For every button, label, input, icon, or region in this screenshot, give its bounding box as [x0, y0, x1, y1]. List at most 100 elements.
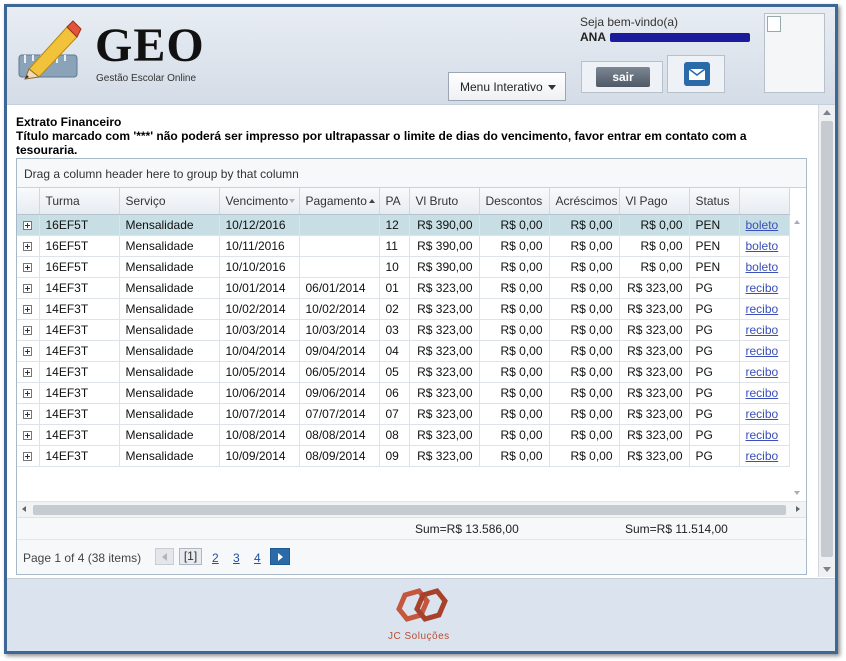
page-4-link[interactable]: 4 [254, 551, 261, 565]
menu-interativo-dropdown[interactable]: Menu Interativo [448, 72, 566, 101]
boleto-link[interactable]: boleto [746, 260, 779, 274]
plus-box-icon[interactable] [23, 388, 33, 398]
cell-status: PG [689, 277, 740, 299]
expand-cell[interactable] [17, 256, 40, 278]
expand-cell[interactable] [17, 445, 40, 467]
expand-cell[interactable] [17, 403, 40, 425]
cell-turma: 14EF3T [39, 424, 120, 446]
table-row[interactable]: 14EF3T Mensalidade 10/06/2014 09/06/2014 06 R… [17, 382, 790, 404]
cell-turma: 14EF3T [39, 277, 120, 299]
plus-box-icon[interactable] [23, 283, 33, 293]
page-3-link[interactable]: 3 [233, 551, 240, 565]
boleto-link[interactable]: boleto [746, 218, 779, 232]
scroll-thumb[interactable] [821, 121, 833, 557]
plus-box-icon[interactable] [23, 304, 33, 314]
table-row[interactable]: 14EF3T Mensalidade 10/09/2014 08/09/2014 09 R… [17, 445, 790, 467]
group-panel[interactable]: Drag a column header here to group by th… [17, 159, 806, 188]
expand-cell[interactable] [17, 235, 40, 257]
mail-button[interactable] [667, 55, 725, 93]
col-turma[interactable]: Turma [39, 188, 120, 215]
cell-servico: Mensalidade [119, 361, 220, 383]
cell-pa: 01 [379, 277, 410, 299]
cell-turma: 14EF3T [39, 382, 120, 404]
header: GEO Gestão Escolar Online Menu Interativ… [7, 7, 835, 104]
next-page-button[interactable] [270, 548, 290, 565]
plus-box-icon[interactable] [23, 451, 33, 461]
action-cell: boleto [739, 235, 790, 257]
plus-box-icon[interactable] [23, 241, 33, 251]
recibo-link[interactable]: recibo [746, 323, 779, 337]
logout-button[interactable]: sair [581, 61, 663, 93]
user-first-name: ANA [580, 30, 606, 44]
table-row[interactable]: 14EF3T Mensalidade 10/08/2014 08/08/2014 08 R… [17, 424, 790, 446]
cell-descontos: R$ 0,00 [479, 235, 550, 257]
recibo-link[interactable]: recibo [746, 407, 779, 421]
action-cell: boleto [739, 214, 790, 236]
cell-turma: 16EF5T [39, 214, 120, 236]
table-row[interactable]: 14EF3T Mensalidade 10/07/2014 07/07/2014 07 R… [17, 403, 790, 425]
table-row[interactable]: 16EF5T Mensalidade 10/11/2016 11 R$ 390,00 R$… [17, 235, 790, 257]
table-row[interactable]: 14EF3T Mensalidade 10/04/2014 09/04/2014 04 R… [17, 340, 790, 362]
recibo-link[interactable]: recibo [746, 344, 779, 358]
plus-box-icon[interactable] [23, 367, 33, 377]
col-vl-bruto[interactable]: Vl Bruto [409, 188, 480, 215]
cell-acrescimos: R$ 0,00 [549, 382, 620, 404]
col-vencimento[interactable]: Vencimento [219, 188, 300, 215]
cell-turma: 14EF3T [39, 403, 120, 425]
plus-box-icon[interactable] [23, 262, 33, 272]
grid-vertical-scrollbar[interactable] [790, 214, 806, 501]
expand-cell[interactable] [17, 319, 40, 341]
page-vertical-scrollbar[interactable] [818, 105, 835, 577]
plus-box-icon[interactable] [23, 430, 33, 440]
expand-cell[interactable] [17, 298, 40, 320]
cell-status: PG [689, 319, 740, 341]
plus-box-icon[interactable] [23, 325, 33, 335]
plus-box-icon[interactable] [23, 409, 33, 419]
col-status[interactable]: Status [689, 188, 740, 215]
col-vl-pago[interactable]: Vl Pago [619, 188, 690, 215]
col-action [739, 188, 790, 215]
expand-cell[interactable] [17, 214, 40, 236]
col-descontos[interactable]: Descontos [479, 188, 550, 215]
table-row[interactable]: 14EF3T Mensalidade 10/02/2014 10/02/2014 02 R… [17, 298, 790, 320]
prev-page-button[interactable] [155, 548, 174, 565]
table-row[interactable]: 16EF5T Mensalidade 10/10/2016 10 R$ 390,00 R$… [17, 256, 790, 278]
col-pagamento[interactable]: Pagamento [299, 188, 380, 215]
table-row[interactable]: 14EF3T Mensalidade 10/05/2014 06/05/2014 05 R… [17, 361, 790, 383]
cell-vencimento: 10/09/2014 [219, 445, 300, 467]
plus-box-icon[interactable] [23, 220, 33, 230]
col-expand [17, 188, 40, 215]
recibo-link[interactable]: recibo [746, 428, 779, 442]
expand-cell[interactable] [17, 424, 40, 446]
plus-box-icon[interactable] [23, 346, 33, 356]
main-content: Extrato Financeiro Título marcado com '*… [7, 104, 835, 578]
recibo-link[interactable]: recibo [746, 302, 779, 316]
recibo-link[interactable]: recibo [746, 449, 779, 463]
recibo-link[interactable]: recibo [746, 365, 779, 379]
cell-turma: 14EF3T [39, 340, 120, 362]
cell-pagamento: 08/08/2014 [299, 424, 380, 446]
recibo-link[interactable]: recibo [746, 386, 779, 400]
sum-vl-pago: Sum=R$ 11.514,00 [625, 522, 728, 536]
cell-vl-pago: R$ 323,00 [619, 445, 690, 467]
page-2-link[interactable]: 2 [212, 551, 219, 565]
grid-horizontal-scrollbar[interactable] [17, 501, 806, 517]
table-row[interactable]: 14EF3T Mensalidade 10/03/2014 10/03/2014 03 R… [17, 319, 790, 341]
col-acrescimos[interactable]: Acréscimos [549, 188, 620, 215]
expand-cell[interactable] [17, 277, 40, 299]
cell-descontos: R$ 0,00 [479, 256, 550, 278]
user-name: ANA [580, 30, 750, 44]
col-pa[interactable]: PA [379, 188, 410, 215]
cell-vencimento: 10/11/2016 [219, 235, 300, 257]
cell-pagamento [299, 235, 380, 257]
expand-cell[interactable] [17, 382, 40, 404]
scroll-thumb[interactable] [33, 505, 786, 515]
boleto-link[interactable]: boleto [746, 239, 779, 253]
expand-cell[interactable] [17, 340, 40, 362]
col-servico[interactable]: Serviço [119, 188, 220, 215]
expand-cell[interactable] [17, 361, 40, 383]
recibo-link[interactable]: recibo [746, 281, 779, 295]
table-row[interactable]: 16EF5T Mensalidade 10/12/2016 12 R$ 390,00 R$… [17, 214, 790, 236]
table-row[interactable]: 14EF3T Mensalidade 10/01/2014 06/01/2014 01 R… [17, 277, 790, 299]
cell-descontos: R$ 0,00 [479, 340, 550, 362]
